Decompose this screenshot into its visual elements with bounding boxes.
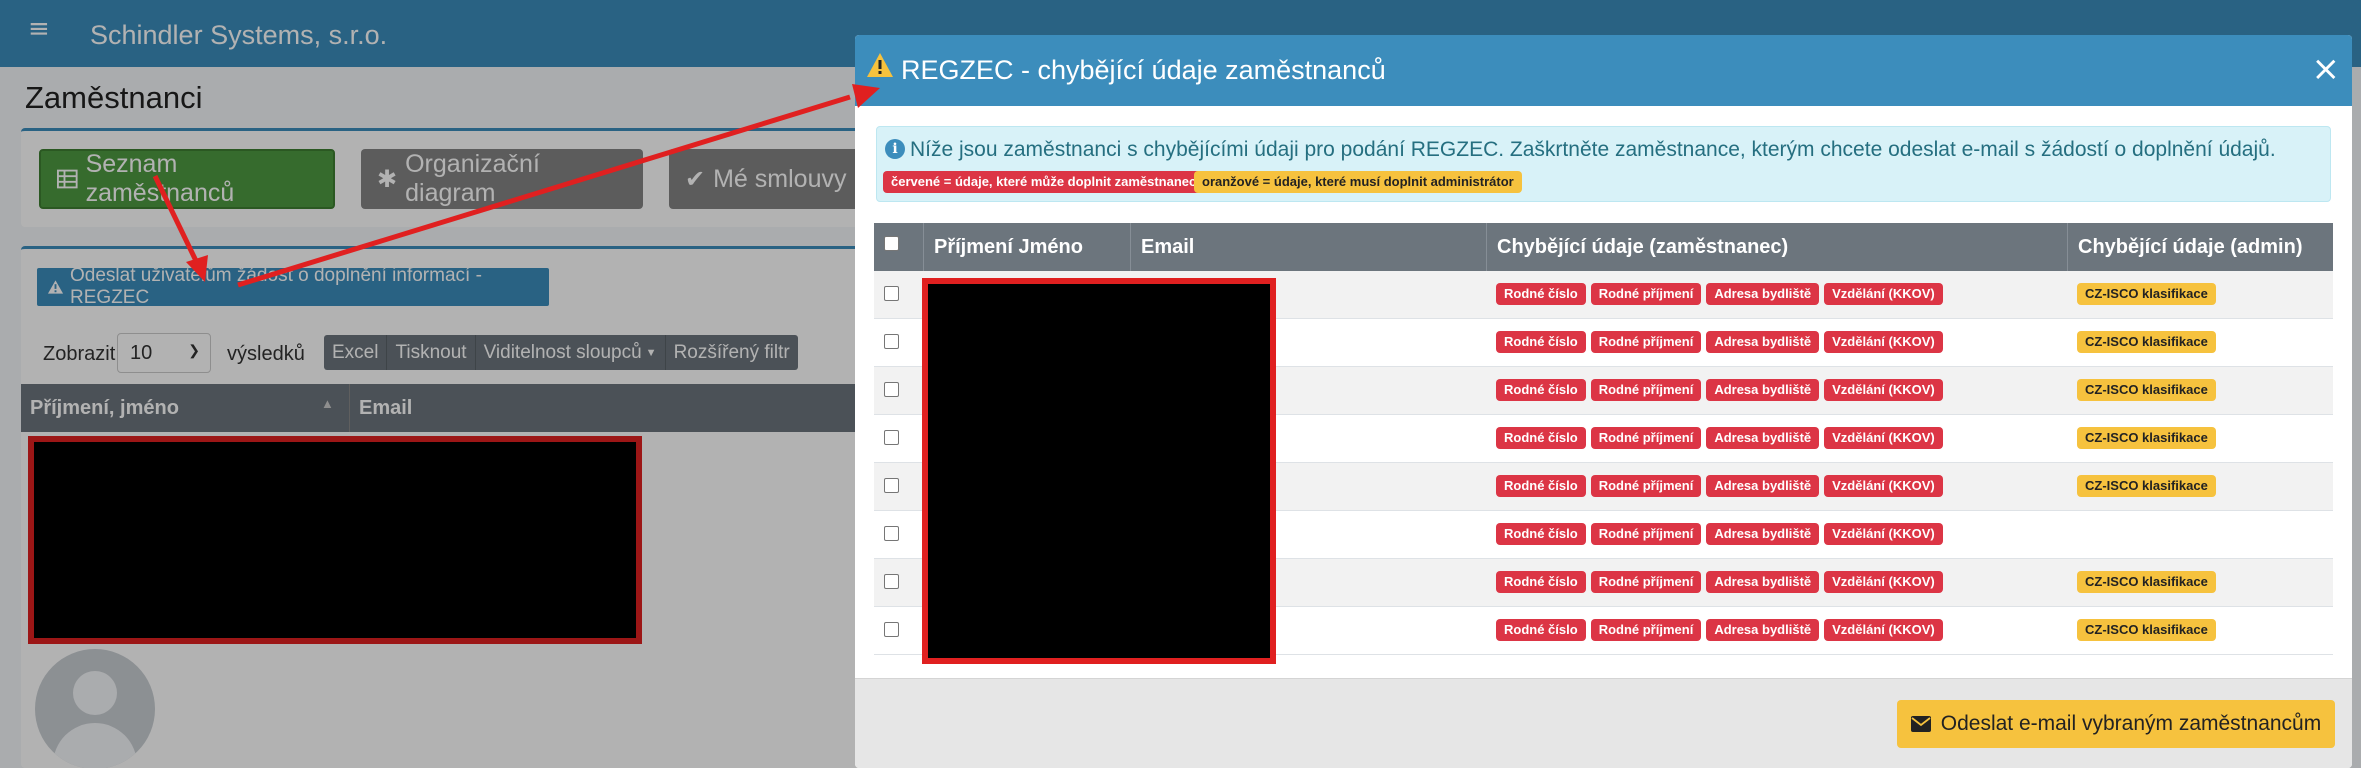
regzec-modal: REGZEC - chybějící údaje zaměstnanců × i… — [855, 35, 2352, 768]
missing-employee-badge: Adresa bydliště — [1706, 619, 1820, 641]
redacted-names-emails — [922, 278, 1276, 664]
missing-admin-cell: CZ-ISCO klasifikace — [2077, 571, 2216, 593]
missing-employee-badge: Rodné číslo — [1496, 619, 1586, 641]
missing-employee-badge: Rodné příjmení — [1590, 283, 1702, 305]
modal-title: REGZEC - chybějící údaje zaměstnanců — [901, 55, 1386, 85]
column-header-missing-employee: Chybějící údaje (zaměstnanec) — [1487, 223, 2068, 271]
info-alert: i Níže jsou zaměstnanci s chybějícími úd… — [876, 126, 2331, 202]
row-checkbox[interactable] — [884, 622, 899, 637]
missing-employee-badge: Adresa bydliště — [1706, 523, 1820, 545]
table-header: Příjmení Jméno Email Chybějící údaje (za… — [874, 223, 2333, 271]
missing-admin-badge: CZ-ISCO klasifikace — [2077, 571, 2216, 593]
info-icon: i — [885, 139, 905, 159]
missing-employee-badge: Vzdělání (KKOV) — [1824, 619, 1943, 641]
modal-footer: Odeslat e-mail vybraným zaměstnancům — [855, 678, 2352, 768]
missing-employee-badge: Rodné příjmení — [1590, 475, 1702, 497]
send-email-button[interactable]: Odeslat e-mail vybraným zaměstnancům — [1897, 700, 2335, 748]
missing-admin-badge: CZ-ISCO klasifikace — [2077, 379, 2216, 401]
missing-employee-badge: Rodné příjmení — [1590, 427, 1702, 449]
missing-employee-badge: Adresa bydliště — [1706, 283, 1820, 305]
close-icon[interactable]: × — [2312, 49, 2341, 89]
row-checkbox[interactable] — [884, 334, 899, 349]
send-button-label: Odeslat e-mail vybraným zaměstnancům — [1940, 712, 2322, 735]
column-header-missing-admin: Chybějící údaje (admin) — [2078, 236, 2303, 258]
missing-employee-cell: Rodné číslo Rodné příjmení Adresa bydliště… — [1496, 619, 1943, 641]
missing-employee-badge: Adresa bydliště — [1706, 379, 1820, 401]
info-text: Níže jsou zaměstnanci s chybějícími údaj… — [910, 138, 2276, 161]
missing-employee-badge: Rodné číslo — [1496, 283, 1586, 305]
missing-employee-badge: Vzdělání (KKOV) — [1824, 283, 1943, 305]
legend-badge-red: červené = údaje, které může doplnit zamě… — [883, 171, 1205, 193]
missing-employee-cell: Rodné číslo Rodné příjmení Adresa bydliště… — [1496, 523, 1943, 545]
missing-admin-badge: CZ-ISCO klasifikace — [2077, 475, 2216, 497]
missing-employee-badge: Vzdělání (KKOV) — [1824, 331, 1943, 353]
missing-employee-badge: Rodné příjmení — [1590, 619, 1702, 641]
missing-employee-badge: Vzdělání (KKOV) — [1824, 571, 1943, 593]
missing-employee-badge: Vzdělání (KKOV) — [1824, 475, 1943, 497]
warning-icon — [867, 53, 893, 77]
missing-employee-badge: Rodné číslo — [1496, 571, 1586, 593]
missing-admin-cell: CZ-ISCO klasifikace — [2077, 331, 2216, 353]
missing-employee-badge: Vzdělání (KKOV) — [1824, 523, 1943, 545]
select-all-checkbox[interactable] — [884, 236, 899, 251]
missing-admin-badge: CZ-ISCO klasifikace — [2077, 619, 2216, 641]
envelope-icon — [1910, 716, 1931, 732]
missing-employee-badge: Adresa bydliště — [1706, 427, 1820, 449]
missing-employee-badge: Rodné číslo — [1496, 379, 1586, 401]
missing-employee-badge: Rodné číslo — [1496, 523, 1586, 545]
legend-badge-orange: oranžové = údaje, které musí doplnit adm… — [1194, 171, 1522, 193]
row-checkbox[interactable] — [884, 286, 899, 301]
column-header-email: Email — [1131, 223, 1487, 271]
missing-admin-cell: CZ-ISCO klasifikace — [2077, 379, 2216, 401]
row-checkbox[interactable] — [884, 478, 899, 493]
row-checkbox[interactable] — [884, 526, 899, 541]
missing-employee-cell: Rodné číslo Rodné příjmení Adresa bydliště… — [1496, 283, 1943, 305]
missing-admin-badge: CZ-ISCO klasifikace — [2077, 283, 2216, 305]
missing-employee-cell: Rodné číslo Rodné příjmení Adresa bydliště… — [1496, 427, 1943, 449]
missing-admin-cell: CZ-ISCO klasifikace — [2077, 619, 2216, 641]
missing-employee-badge: Rodné číslo — [1496, 331, 1586, 353]
missing-employee-badge: Rodné příjmení — [1590, 571, 1702, 593]
missing-employee-cell: Rodné číslo Rodné příjmení Adresa bydliště… — [1496, 475, 1943, 497]
missing-admin-cell: CZ-ISCO klasifikace — [2077, 475, 2216, 497]
missing-employee-badge: Rodné číslo — [1496, 427, 1586, 449]
missing-employee-cell: Rodné číslo Rodné příjmení Adresa bydliště… — [1496, 331, 1943, 353]
missing-employee-badge: Adresa bydliště — [1706, 475, 1820, 497]
select-all-cell — [874, 223, 924, 271]
missing-employee-badge: Adresa bydliště — [1706, 331, 1820, 353]
missing-employee-badge: Rodné příjmení — [1590, 523, 1702, 545]
row-checkbox[interactable] — [884, 430, 899, 445]
missing-employee-cell: Rodné číslo Rodné příjmení Adresa bydliště… — [1496, 379, 1943, 401]
missing-employee-badge: Rodné číslo — [1496, 475, 1586, 497]
missing-admin-badge: CZ-ISCO klasifikace — [2077, 427, 2216, 449]
missing-employee-badge: Rodné příjmení — [1590, 379, 1702, 401]
missing-employee-badge: Adresa bydliště — [1706, 571, 1820, 593]
missing-admin-badge: CZ-ISCO klasifikace — [2077, 331, 2216, 353]
missing-employee-cell: Rodné číslo Rodné příjmení Adresa bydliště… — [1496, 571, 1943, 593]
missing-employee-badge: Rodné příjmení — [1590, 331, 1702, 353]
missing-admin-cell: CZ-ISCO klasifikace — [2077, 283, 2216, 305]
missing-employee-badge: Vzdělání (KKOV) — [1824, 427, 1943, 449]
row-checkbox[interactable] — [884, 382, 899, 397]
modal-header: REGZEC - chybějící údaje zaměstnanců × — [855, 35, 2352, 106]
column-header-name: Příjmení Jméno — [924, 223, 1131, 271]
missing-admin-cell: CZ-ISCO klasifikace — [2077, 427, 2216, 449]
row-checkbox[interactable] — [884, 574, 899, 589]
missing-employee-badge: Vzdělání (KKOV) — [1824, 379, 1943, 401]
